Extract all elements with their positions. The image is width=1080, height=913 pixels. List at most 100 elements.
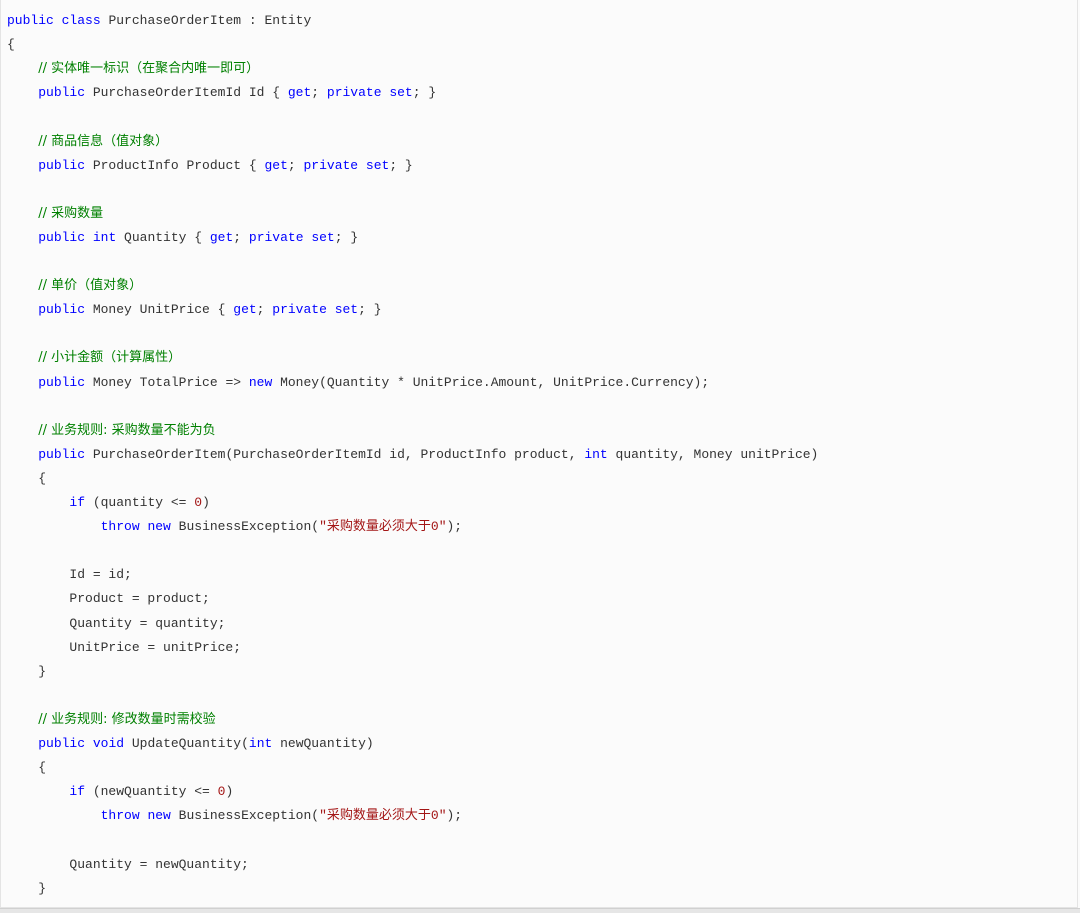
code-comment: // 单价（值对象）	[38, 278, 143, 294]
code-keyword: void	[92, 736, 125, 751]
code-keyword: public	[7, 13, 54, 28]
code-keyword: int	[248, 736, 273, 751]
code-text: }	[7, 880, 47, 896]
code-keyword: new	[147, 808, 171, 824]
code-line: Product = product;	[7, 589, 210, 609]
code-text: Quantity {	[116, 229, 210, 245]
code-text: (quantity <=	[85, 495, 195, 510]
code-line: if (quantity <= 0)	[7, 493, 210, 513]
code-keyword: private	[326, 85, 382, 101]
code-text: UpdateQuantity(	[124, 736, 249, 751]
code-line: if (newQuantity <= 0)	[7, 782, 233, 802]
code-line: public Money UnitPrice { get; private se…	[7, 300, 382, 320]
code-keyword: get	[233, 302, 257, 318]
code-text: );	[446, 808, 463, 824]
code-line: public int Quantity { get; private set; …	[7, 228, 358, 248]
code-keyword: int	[584, 446, 608, 462]
code-line: throw new BusinessException("采购数量必须大于0")…	[7, 806, 462, 826]
code-line: // 业务规则: 修改数量时需校验	[7, 710, 216, 730]
code-text: PurchaseOrderItemId Id {	[85, 85, 288, 101]
code-number: 0	[194, 495, 203, 510]
code-keyword: set	[334, 302, 359, 318]
code-keyword: set	[365, 157, 390, 173]
code-text: ; }	[389, 157, 413, 173]
code-text: );	[446, 519, 463, 535]
code-text: ; }	[412, 85, 437, 101]
code-text: {	[7, 760, 47, 776]
code-line: public void UpdateQuantity(int newQuanti…	[7, 734, 374, 754]
code-keyword: throw	[100, 808, 140, 824]
code-keyword: get	[209, 229, 234, 245]
code-keyword: public	[38, 374, 86, 390]
code-line: }	[7, 879, 46, 899]
code-keyword: public	[38, 302, 86, 318]
code-line: public PurchaseOrderItem(PurchaseOrderIt…	[7, 445, 818, 465]
code-keyword: get	[264, 157, 288, 173]
code-text: ; }	[358, 302, 382, 318]
code-keyword: private	[248, 229, 304, 245]
horizontal-scrollbar[interactable]	[0, 908, 1080, 913]
code-comment: // 业务规则: 修改数量时需校验	[38, 711, 216, 727]
code-line: public class PurchaseOrderItem : Entity	[7, 11, 311, 31]
code-keyword: public	[38, 85, 86, 101]
code-line: public ProductInfo Product { get; privat…	[7, 156, 413, 176]
code-text: newQuantity)	[272, 736, 374, 751]
code-text: BusinessException(	[170, 808, 320, 824]
code-line: // 业务规则: 采购数量不能为负	[7, 421, 216, 441]
code-text: ; }	[334, 229, 359, 245]
code-line: UnitPrice = unitPrice;	[7, 638, 241, 658]
code-line: {	[7, 758, 46, 778]
code-keyword: if	[69, 495, 86, 510]
code-text: BusinessException(	[170, 519, 320, 535]
code-string: "采购数量必须大于0"	[319, 519, 447, 535]
code-keyword: set	[311, 229, 335, 245]
code-text: )	[202, 495, 210, 510]
code-line: public PurchaseOrderItemId Id { get; pri…	[7, 83, 436, 103]
code-keyword: public	[38, 157, 86, 173]
code-keyword: private	[272, 302, 327, 318]
code-line: Quantity = newQuantity;	[7, 855, 248, 875]
code-text: ;	[287, 157, 304, 173]
code-text: Product = product;	[7, 591, 210, 607]
code-line: // 商品信息（值对象）	[7, 132, 168, 152]
code-text: ;	[311, 85, 327, 101]
code-line: Id = id;	[7, 565, 131, 585]
code-text: Quantity = quantity;	[7, 615, 226, 631]
code-line: // 采购数量	[7, 204, 103, 224]
code-line: // 小计金额（计算属性）	[7, 348, 181, 368]
code-text: PurchaseOrderItem(PurchaseOrderItemId id…	[85, 446, 585, 462]
code-comment: // 商品信息（值对象）	[38, 133, 169, 149]
code-keyword: class	[61, 13, 101, 28]
code-comment: // 业务规则: 采购数量不能为负	[38, 422, 216, 438]
code-line: Quantity = quantity;	[7, 614, 225, 634]
code-keyword: set	[389, 85, 413, 101]
code-block: public class PurchaseOrderItem : Entity {…	[0, 0, 1078, 908]
code-text: Money UnitPrice {	[85, 302, 234, 318]
code-text: Money TotalPrice =>	[85, 374, 249, 390]
code-text: ;	[233, 229, 249, 245]
code-keyword: private	[303, 157, 359, 173]
code-text: )	[225, 784, 234, 800]
code-text: {	[7, 37, 15, 53]
code-keyword: public	[38, 229, 86, 245]
code-line: {	[7, 35, 15, 55]
code-line: // 单价（值对象）	[7, 276, 142, 296]
